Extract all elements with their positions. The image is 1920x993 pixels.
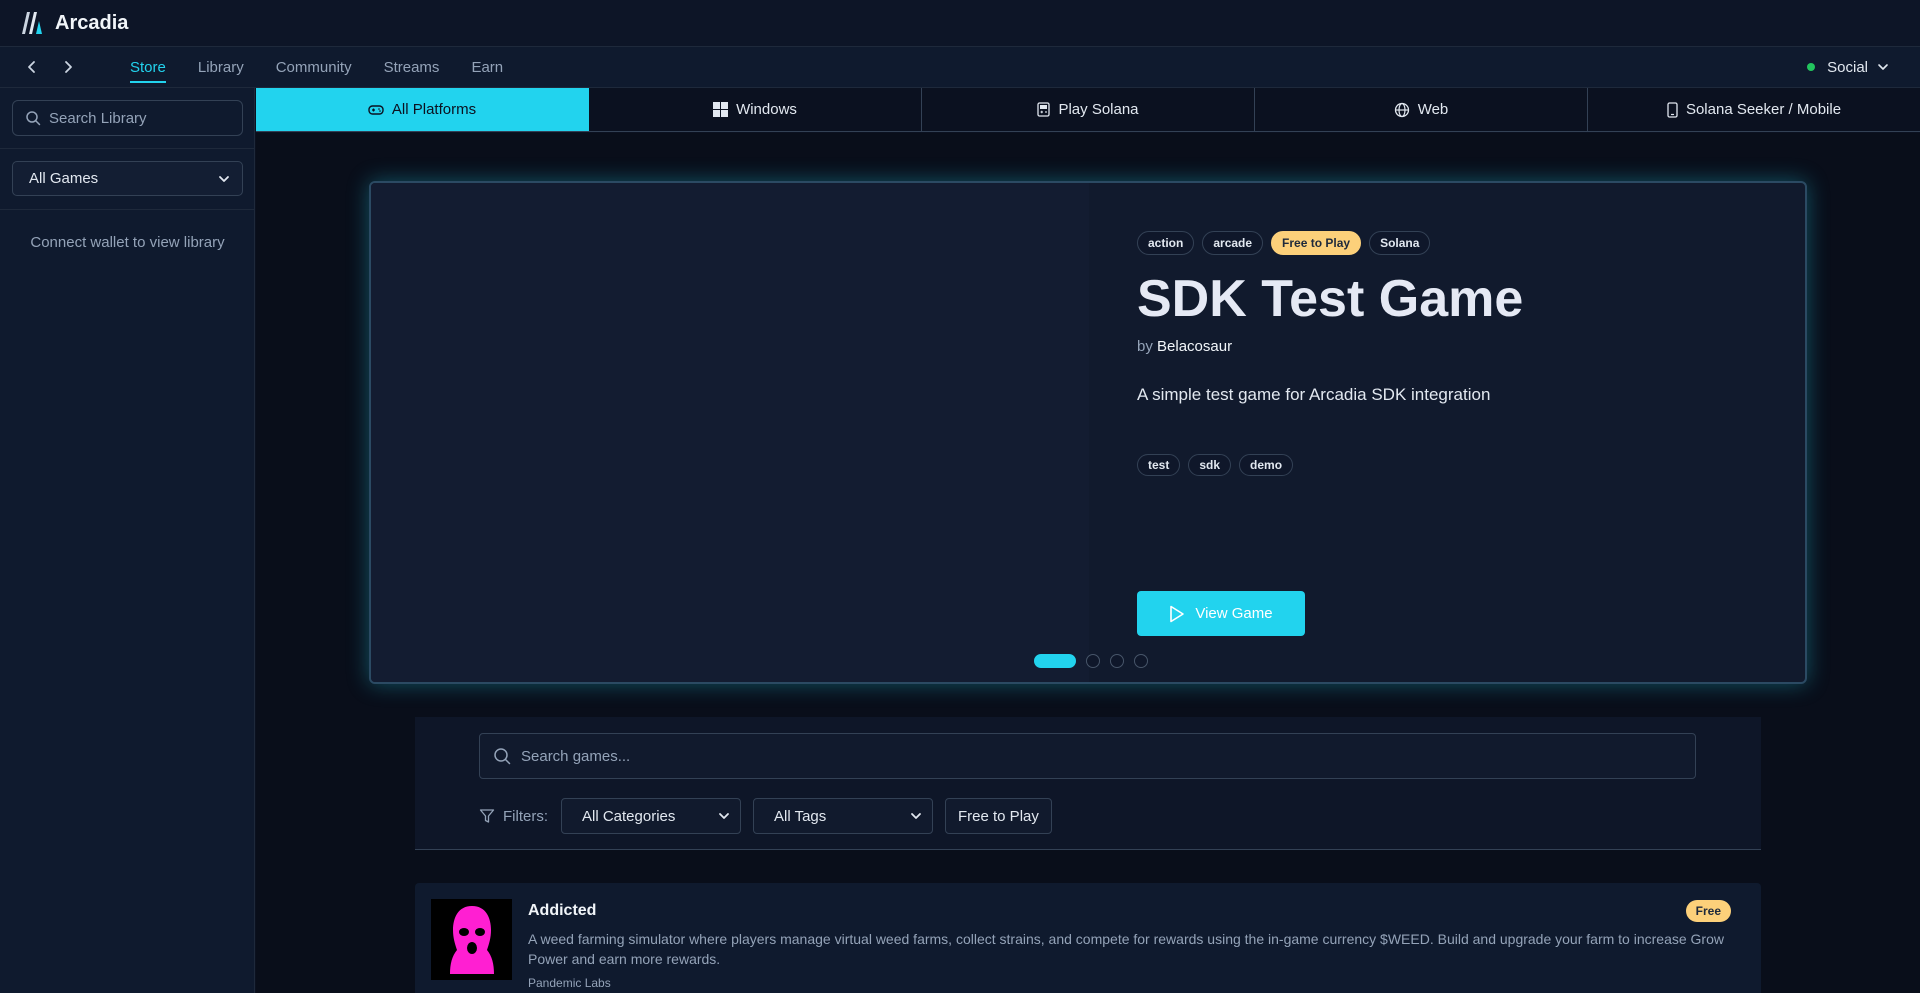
sidebar-divider	[0, 209, 255, 210]
library-filter-select[interactable]: All Games	[12, 161, 243, 196]
app-title: Arcadia	[55, 11, 129, 34]
tab-streams[interactable]: Streams	[368, 47, 456, 87]
game-list-item[interactable]: Addicted A weed farming simulator where …	[415, 883, 1761, 993]
tab-community[interactable]: Community	[260, 47, 368, 87]
game-developer: Pandemic Labs	[528, 976, 611, 990]
featured-game-image[interactable]	[371, 183, 1089, 682]
game-search-input[interactable]	[521, 747, 1621, 765]
tag-badge: demo	[1239, 454, 1294, 476]
filter-row: Filters: All Categories All Tags Free to…	[479, 798, 1052, 834]
game-description: A weed farming simulator where players m…	[528, 931, 1724, 967]
carousel-dot[interactable]	[1086, 654, 1100, 668]
featured-game-title: SDK Test Game	[1137, 270, 1524, 328]
platform-tab-play-solana[interactable]: Play Solana	[922, 88, 1255, 131]
featured-game-developer: by Belacosaur	[1137, 338, 1232, 355]
chevron-down-icon	[219, 175, 229, 182]
tag-badge: sdk	[1188, 454, 1232, 476]
library-sidebar: All Games Connect wallet to view library	[0, 88, 255, 993]
tag-badge: Solana	[1369, 231, 1431, 255]
tags-select[interactable]: All Tags	[753, 798, 933, 834]
main-nav-tabs: Store Library Community Streams Earn	[114, 47, 519, 87]
platform-label: Web	[1417, 101, 1449, 118]
featured-carousel: action arcade Free to Play Solana SDK Te…	[369, 181, 1807, 684]
chevron-down-icon	[719, 813, 729, 819]
handheld-icon	[1037, 102, 1051, 117]
featured-game-description: A simple test game for Arcadia SDK integ…	[1137, 385, 1491, 404]
forward-button[interactable]	[50, 49, 86, 85]
free-badge: Free	[1685, 900, 1731, 922]
library-search-input[interactable]	[49, 109, 229, 127]
platform-tab-web[interactable]: Web	[1255, 88, 1588, 131]
featured-subtags: test sdk demo	[1137, 454, 1294, 476]
carousel-dot[interactable]	[1134, 654, 1148, 668]
free-to-play-badge: Free to Play	[1271, 231, 1362, 255]
tag-badge: arcade	[1202, 231, 1264, 255]
category-select[interactable]: All Categories	[561, 798, 741, 834]
platform-tab-all[interactable]: All Platforms	[256, 88, 589, 131]
tags-value: All Tags	[774, 807, 827, 825]
carousel-dot[interactable]	[1110, 654, 1124, 668]
category-value: All Categories	[582, 807, 676, 825]
filters-label: Filters:	[479, 808, 548, 825]
platform-tab-mobile[interactable]: Solana Seeker / Mobile	[1588, 88, 1920, 131]
globe-icon	[1394, 102, 1409, 117]
gamepad-icon	[368, 104, 384, 115]
chevron-down-icon	[1878, 64, 1888, 70]
chevron-left-icon	[28, 61, 35, 73]
library-filter-value: All Games	[29, 170, 99, 187]
free-to-play-filter-button[interactable]: Free to Play	[945, 798, 1052, 834]
search-icon	[494, 748, 511, 765]
carousel-indicators	[1034, 654, 1148, 668]
platform-tabs: All Platforms Windows Play Solana Web So…	[256, 88, 1920, 132]
filters-label-text: Filters:	[503, 807, 548, 825]
play-icon	[1170, 605, 1185, 622]
title-bar: Arcadia	[0, 0, 1920, 47]
game-title[interactable]: Addicted	[528, 902, 596, 920]
platform-label: Play Solana	[1058, 101, 1139, 118]
library-empty-message: Connect wallet to view library	[30, 234, 225, 251]
tag-badge: action	[1137, 231, 1195, 255]
view-game-button[interactable]: View Game	[1137, 591, 1305, 636]
chevron-right-icon	[65, 61, 72, 73]
filter-icon	[479, 809, 495, 823]
search-icon	[26, 111, 41, 126]
tag-badge: test	[1137, 454, 1181, 476]
chevron-down-icon	[911, 813, 921, 819]
platform-label: Solana Seeker / Mobile	[1685, 101, 1842, 118]
arcadia-logo-icon	[22, 12, 42, 34]
game-thumbnail	[431, 899, 512, 980]
sidebar-divider	[0, 148, 255, 149]
nav-bar: Store Library Community Streams Earn Soc…	[0, 47, 1920, 88]
carousel-dot[interactable]	[1034, 654, 1076, 668]
developer-name[interactable]: Belacosaur	[1157, 338, 1232, 355]
library-search	[12, 100, 243, 136]
game-search	[479, 733, 1696, 779]
social-label: Social	[1827, 58, 1868, 76]
featured-tags: action arcade Free to Play Solana	[1137, 231, 1431, 255]
balaclava-mask-icon	[449, 905, 494, 974]
by-prefix: by	[1137, 338, 1153, 355]
platform-label: All Platforms	[391, 101, 477, 118]
game-filters-panel: Filters: All Categories All Tags Free to…	[415, 717, 1761, 850]
windows-icon	[713, 102, 729, 117]
phone-icon	[1667, 101, 1678, 118]
platform-label: Windows	[736, 101, 797, 118]
social-dropdown[interactable]: Social	[1807, 47, 1890, 87]
online-status-dot	[1807, 63, 1816, 71]
tab-library[interactable]: Library	[182, 47, 260, 87]
tab-store[interactable]: Store	[114, 47, 182, 87]
back-button[interactable]	[14, 49, 50, 85]
view-game-label: View Game	[1195, 605, 1273, 622]
tab-earn[interactable]: Earn	[455, 47, 519, 87]
platform-tab-windows[interactable]: Windows	[589, 88, 922, 131]
